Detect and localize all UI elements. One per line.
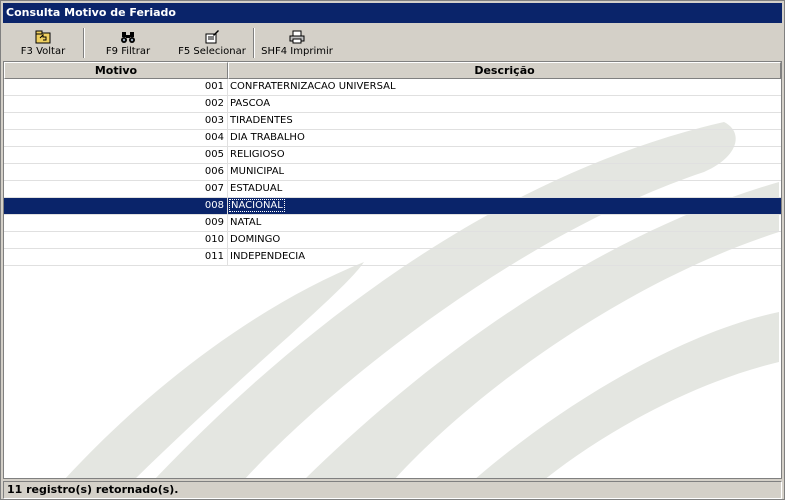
table-row[interactable]: 007 ESTADUAL (4, 181, 781, 198)
descricao-text: ESTADUAL (230, 183, 283, 194)
cell-motivo: 004 (4, 130, 228, 146)
cell-motivo: 002 (4, 96, 228, 112)
column-header-descricao[interactable]: Descrição (228, 62, 781, 79)
cell-descricao: RELIGIOSO (228, 147, 781, 163)
print-button-label: SHF4 Imprimir (261, 46, 333, 57)
print-button[interactable]: SHF4 Imprimir (255, 25, 339, 61)
cell-descricao: MUNICIPAL (228, 164, 781, 180)
cell-descricao: TIRADENTES (228, 113, 781, 129)
cell-motivo: 007 (4, 181, 228, 197)
table-row-selected[interactable]: 008 NACIONAL (4, 198, 781, 215)
table-row[interactable]: 001 CONFRATERNIZACAO UNIVERSAL (4, 79, 781, 96)
select-button-label: F5 Selecionar (178, 46, 246, 57)
descricao-text: CONFRATERNIZACAO UNIVERSAL (230, 81, 396, 92)
table-row[interactable]: 005 RELIGIOSO (4, 147, 781, 164)
table-row[interactable]: 002 PASCOA (4, 96, 781, 113)
back-folder-icon (34, 29, 52, 45)
results-grid[interactable]: Motivo Descrição 001 CONFRATERNIZACAO UNI… (3, 61, 782, 479)
cell-descricao: INDEPENDECIA (228, 249, 781, 265)
cell-descricao: DIA TRABALHO (228, 130, 781, 146)
cell-motivo: 006 (4, 164, 228, 180)
table-row[interactable]: 010 DOMINGO (4, 232, 781, 249)
descricao-text: PASCOA (230, 98, 271, 109)
descricao-text: NACIONAL (229, 199, 285, 212)
select-button[interactable]: F5 Selecionar (171, 25, 253, 61)
cell-motivo: 009 (4, 215, 228, 231)
cell-descricao: PASCOA (228, 96, 781, 112)
back-button-label: F3 Voltar (20, 46, 66, 57)
cell-motivo: 003 (4, 113, 228, 129)
window-title: Consulta Motivo de Feriado (3, 3, 782, 23)
grid-rows: 001 CONFRATERNIZACAO UNIVERSAL 002 PASCOA … (4, 79, 781, 266)
filter-button[interactable]: F9 Filtrar (85, 25, 171, 61)
table-row[interactable]: 009 NATAL (4, 215, 781, 232)
descricao-text: DOMINGO (230, 234, 281, 245)
descricao-text: MUNICIPAL (230, 166, 285, 177)
select-icon (203, 29, 221, 45)
window: Consulta Motivo de Feriado F3 Voltar F9 … (0, 0, 785, 500)
cell-descricao: ESTADUAL (228, 181, 781, 197)
cell-motivo: 010 (4, 232, 228, 248)
status-bar: 11 registro(s) retornado(s). (3, 481, 782, 499)
descricao-text: RELIGIOSO (230, 149, 285, 160)
cell-descricao: CONFRATERNIZACAO UNIVERSAL (228, 79, 781, 95)
cell-descricao: NATAL (228, 215, 781, 231)
cell-motivo: 011 (4, 249, 228, 265)
descricao-text: TIRADENTES (230, 115, 293, 126)
grid-header: Motivo Descrição (4, 62, 781, 79)
table-row[interactable]: 003 TIRADENTES (4, 113, 781, 130)
toolbar: F3 Voltar F9 Filtrar F5 Selecionar SHF4 … (3, 25, 782, 61)
back-button[interactable]: F3 Voltar (3, 25, 83, 61)
filter-button-label: F9 Filtrar (105, 46, 151, 57)
cell-descricao: DOMINGO (228, 232, 781, 248)
table-row[interactable]: 006 MUNICIPAL (4, 164, 781, 181)
printer-icon (288, 29, 306, 45)
table-row[interactable]: 011 INDEPENDECIA (4, 249, 781, 266)
descricao-text: INDEPENDECIA (230, 251, 306, 262)
cell-motivo: 008 (4, 198, 228, 214)
descricao-text: DIA TRABALHO (230, 132, 305, 143)
binoculars-icon (119, 29, 137, 45)
descricao-text: NATAL (230, 217, 262, 228)
cell-motivo: 001 (4, 79, 228, 95)
column-header-motivo[interactable]: Motivo (4, 62, 228, 79)
cell-motivo: 005 (4, 147, 228, 163)
cell-descricao: NACIONAL (228, 198, 781, 214)
table-row[interactable]: 004 DIA TRABALHO (4, 130, 781, 147)
